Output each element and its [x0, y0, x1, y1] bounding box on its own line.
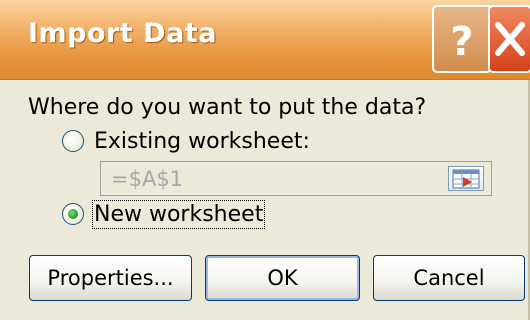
- properties-button[interactable]: Properties...: [29, 255, 192, 301]
- existing-worksheet-option[interactable]: Existing worksheet:: [62, 125, 310, 157]
- svg-text:?: ?: [450, 19, 473, 65]
- dialog-title: Import Data: [28, 18, 217, 49]
- title-bar[interactable]: Import Data ?: [0, 0, 530, 80]
- ok-button[interactable]: OK: [205, 255, 360, 301]
- location-prompt: Where do you want to put the data?: [28, 95, 427, 120]
- close-x-icon: [495, 22, 525, 56]
- collapse-dialog-icon: [452, 169, 480, 189]
- collapse-dialog-button: [448, 166, 484, 191]
- new-worksheet-option[interactable]: New worksheet: [62, 198, 266, 230]
- existing-worksheet-radio[interactable]: [62, 130, 84, 152]
- import-data-dialog: Import Data ? Where do you want to put t…: [0, 0, 530, 320]
- question-mark-icon: ?: [450, 19, 473, 65]
- new-worksheet-radio[interactable]: [62, 203, 84, 225]
- help-button[interactable]: ?: [432, 5, 492, 73]
- cell-reference-field: =$A$1: [100, 161, 492, 196]
- new-worksheet-label[interactable]: New worksheet: [91, 199, 266, 229]
- close-button[interactable]: [488, 5, 530, 73]
- cell-reference-value: =$A$1: [111, 167, 184, 191]
- existing-worksheet-label[interactable]: Existing worksheet:: [94, 129, 310, 154]
- cancel-button[interactable]: Cancel: [373, 255, 525, 301]
